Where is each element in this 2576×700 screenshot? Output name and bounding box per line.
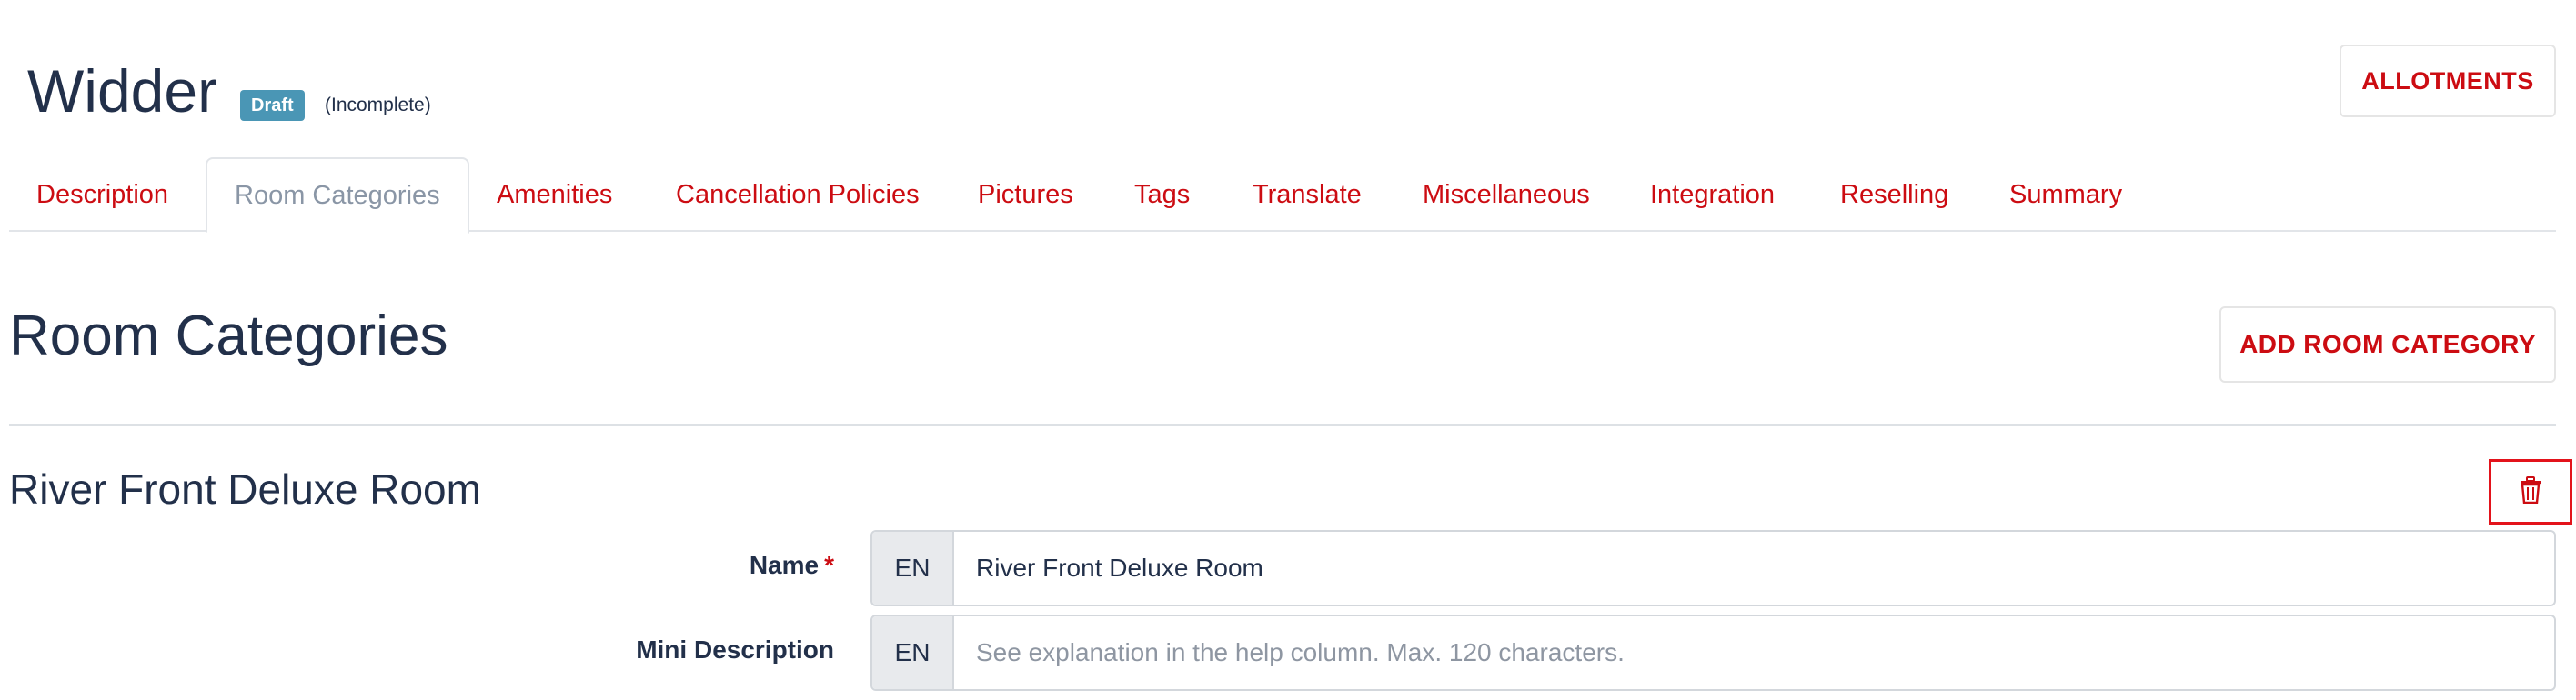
page: Widder Draft (Incomplete) ALLOTMENTS Des… [0,0,2576,700]
tab-translate[interactable]: Translate [1253,157,1362,232]
tab-amenities[interactable]: Amenities [497,157,612,232]
name-input-group: EN [870,530,2556,606]
tab-miscellaneous[interactable]: Miscellaneous [1423,157,1590,232]
tab-pictures[interactable]: Pictures [978,157,1073,232]
required-marker: * [824,551,834,579]
hotel-title: Widder [27,57,218,125]
allotments-button[interactable]: ALLOTMENTS [2340,45,2556,117]
name-label-text: Name [749,551,820,579]
tab-reselling[interactable]: Reselling [1840,157,1948,232]
tab-bar: Description Room Categories Amenities Ca… [9,157,2556,234]
mini-description-input-group: EN [870,615,2556,691]
add-room-category-button[interactable]: ADD ROOM CATEGORY [2219,306,2556,383]
name-input[interactable] [954,532,2554,605]
mini-description-label: Mini Description [636,635,834,664]
tab-integration[interactable]: Integration [1650,157,1775,232]
name-label: Name * [750,551,834,580]
tab-summary[interactable]: Summary [2009,157,2122,232]
completeness-status: (Incomplete) [325,95,431,115]
status-badge: Draft [240,90,305,121]
mini-description-input[interactable] [954,616,2554,689]
tab-room-categories[interactable]: Room Categories [206,157,469,234]
name-language-addon: EN [872,532,954,605]
section-title: Room Categories [9,305,448,367]
trash-icon [2520,475,2541,508]
delete-room-button[interactable] [2489,459,2572,525]
tab-cancellation-policies[interactable]: Cancellation Policies [676,157,920,232]
tab-description[interactable]: Description [36,157,168,232]
mini-description-language-addon: EN [872,616,954,689]
room-category-title: River Front Deluxe Room [9,465,481,513]
section-divider [9,424,2556,426]
tab-tags[interactable]: Tags [1134,157,1190,232]
